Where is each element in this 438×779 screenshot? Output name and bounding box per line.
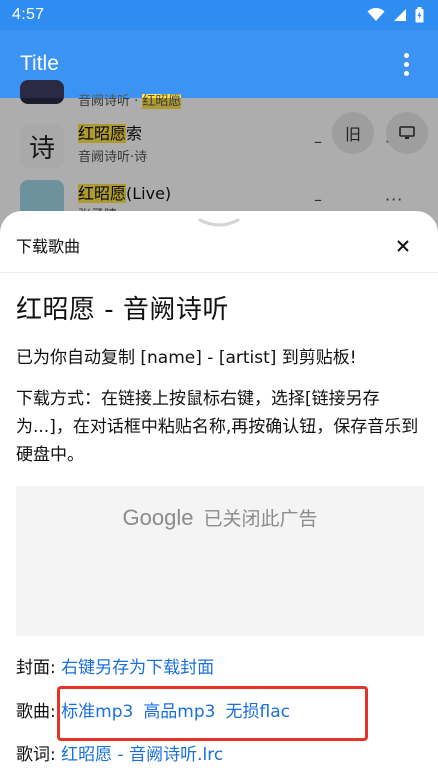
sheet-title: 下载歌曲 (16, 237, 81, 256)
song-label: 歌曲: (16, 702, 56, 722)
battery-charging-icon (415, 7, 424, 23)
cover-label: 封面: (16, 658, 56, 678)
signal-icon (394, 9, 406, 21)
lyrics-label: 歌词: (16, 745, 56, 765)
cover-download-link[interactable]: 右键另存为下载封面 (61, 658, 214, 678)
close-icon[interactable] (390, 233, 416, 259)
sheet-header: 下载歌曲 (0, 211, 438, 273)
download-instructions: 下载方式：在链接上按鼠标右键，选择[链接另存为...]，在对话框中粘贴名称,再按… (16, 389, 419, 465)
wifi-icon (367, 8, 385, 21)
ad-closed-text: 已关闭此广告 (203, 508, 318, 530)
google-logo: Google (122, 505, 194, 530)
app-title: Title (20, 52, 59, 75)
cover-row: 封面: 右键另存为下载封面 (16, 653, 214, 678)
copied-notice: 已为你自动复制 [name] - [artist] 到剪贴板! (16, 348, 357, 368)
app-bar: Title (0, 30, 438, 98)
more-vert-icon[interactable] (392, 44, 420, 84)
ad-message: Google 已关闭此广告 (16, 504, 424, 531)
screen: 4:57 Title 音阙诗听 · 红昭愿 诗 红昭愿索 音阙诗听·诗 – 旧 … (0, 0, 438, 779)
song-title: 红昭愿 - 音阙诗听 (16, 295, 229, 325)
status-icons (367, 7, 424, 23)
download-bottom-sheet: 下载歌曲 红昭愿 - 音阙诗听 已为你自动复制 [name] - [artist… (0, 211, 438, 779)
ad-placeholder: Google 已关闭此广告 (16, 486, 424, 636)
lyrics-download-link[interactable]: 红昭愿 - 音阙诗听.lrc (61, 745, 223, 765)
status-time: 4:57 (12, 6, 45, 23)
annotation-highlight-box (57, 686, 368, 741)
lyrics-row: 歌词: 红昭愿 - 音阙诗听.lrc (16, 740, 223, 765)
status-bar: 4:57 (0, 0, 438, 30)
